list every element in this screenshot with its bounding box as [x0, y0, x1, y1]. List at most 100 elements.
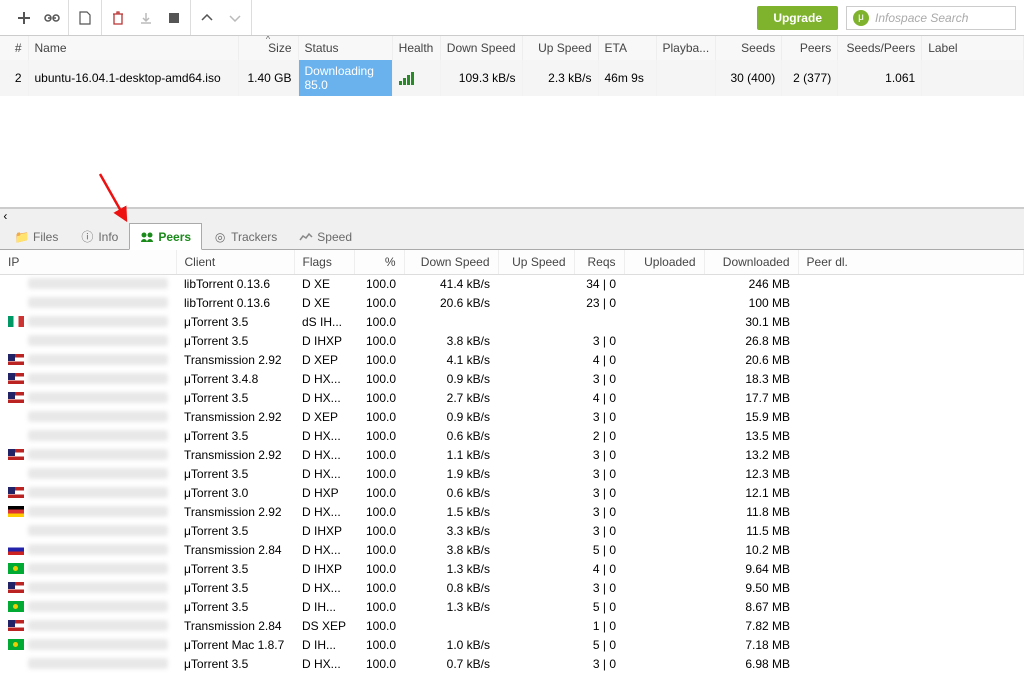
col-num: # [0, 36, 28, 60]
ip-redacted [28, 582, 168, 593]
speed-icon [299, 230, 313, 244]
ip-redacted [28, 411, 168, 422]
flag-icon [8, 354, 24, 365]
ip-redacted [28, 506, 168, 517]
pcol-reqs: Reqs [574, 250, 624, 274]
peer-row[interactable]: Transmission 2.84DS XEP100.01 | 07.82 MB [0, 616, 1024, 635]
peer-row[interactable]: μTorrent Mac 1.8.7D IH...100.01.0 kB/s5 … [0, 635, 1024, 654]
ip-redacted [28, 297, 168, 308]
pcol-down: Down Speed [404, 250, 498, 274]
move-up-button[interactable] [197, 8, 217, 28]
move-down-button[interactable] [225, 8, 245, 28]
tab-speed[interactable]: Speed [288, 223, 363, 250]
peer-row[interactable]: libTorrent 0.13.6D XE100.041.4 kB/s34 | … [0, 274, 1024, 293]
peer-row[interactable]: μTorrent 3.5D IHXP100.01.3 kB/s4 | 09.64… [0, 559, 1024, 578]
ip-redacted [28, 354, 168, 365]
flag-icon [8, 506, 24, 517]
peer-row[interactable]: Transmission 2.92D XEP100.00.9 kB/s3 | 0… [0, 407, 1024, 426]
pcol-client: Client [176, 250, 294, 274]
ip-redacted [28, 658, 168, 669]
flag-icon [8, 639, 24, 650]
col-peers: Peers [782, 36, 838, 60]
peer-row[interactable]: μTorrent 3.5D HX...100.00.8 kB/s3 | 09.5… [0, 578, 1024, 597]
peer-row[interactable]: Transmission 2.92D HX...100.01.5 kB/s3 |… [0, 502, 1024, 521]
ip-redacted [28, 373, 168, 384]
add-torrent-button[interactable] [14, 8, 34, 28]
ip-redacted [28, 525, 168, 536]
flag-icon [8, 544, 24, 555]
torrent-list: # Name ^Size Status Health Down Speed Up… [0, 36, 1024, 208]
health-icon [399, 71, 434, 85]
torrent-row[interactable]: 2 ubuntu-16.04.1-desktop-amd64.iso 1.40 … [0, 60, 1024, 96]
peers-header-row[interactable]: IP Client Flags % Down Speed Up Speed Re… [0, 250, 1024, 274]
peer-row[interactable]: Transmission 2.84D HX...100.03.8 kB/s5 |… [0, 540, 1024, 559]
add-url-button[interactable] [42, 8, 62, 28]
torrent-header-row[interactable]: # Name ^Size Status Health Down Speed Up… [0, 36, 1024, 60]
ip-redacted [28, 392, 168, 403]
peer-row[interactable]: μTorrent 3.5D IHXP100.03.3 kB/s3 | 011.5… [0, 521, 1024, 540]
flag-icon [8, 449, 24, 460]
pcol-up: Up Speed [498, 250, 574, 274]
col-name: Name [28, 36, 238, 60]
tab-trackers[interactable]: ◎Trackers [202, 223, 288, 250]
pcol-ip: IP [0, 250, 176, 274]
ip-redacted [28, 487, 168, 498]
ip-redacted [28, 620, 168, 631]
ip-redacted [28, 544, 168, 555]
folder-icon: 📁 [15, 230, 29, 244]
ip-redacted [28, 430, 168, 441]
peer-row[interactable]: μTorrent 3.0D HXP100.00.6 kB/s3 | 012.1 … [0, 483, 1024, 502]
pcol-uploaded: Uploaded [624, 250, 704, 274]
pcol-flags: Flags [294, 250, 354, 274]
peer-row[interactable]: μTorrent 3.5D HX...100.01.9 kB/s3 | 012.… [0, 464, 1024, 483]
peers-panel: IP Client Flags % Down Speed Up Speed Re… [0, 250, 1024, 690]
ip-redacted [28, 449, 168, 460]
hscroll[interactable]: ‹ [0, 208, 1024, 222]
info-icon: ⓘ [80, 230, 94, 244]
detail-tabs: 📁Files ⓘInfo Peers ◎Trackers Speed [0, 222, 1024, 250]
peer-row[interactable]: μTorrent 3.4.8D HX...100.00.9 kB/s3 | 01… [0, 369, 1024, 388]
flag-icon [8, 392, 24, 403]
ip-redacted [28, 335, 168, 346]
col-status: Status [298, 36, 392, 60]
pcol-peerdl: Peer dl. [798, 250, 1023, 274]
flag-icon [8, 487, 24, 498]
peer-row[interactable]: Transmission 2.92D XEP100.04.1 kB/s4 | 0… [0, 350, 1024, 369]
search-input[interactable]: μ Infospace Search [846, 6, 1016, 30]
tab-files[interactable]: 📁Files [4, 223, 69, 250]
col-playback: Playba... [656, 36, 716, 60]
main-toolbar: Upgrade μ Infospace Search [0, 0, 1024, 36]
tab-info[interactable]: ⓘInfo [69, 223, 129, 250]
col-seeds: Seeds [716, 36, 782, 60]
peer-row[interactable]: μTorrent 3.5D IH...100.01.3 kB/s5 | 08.6… [0, 597, 1024, 616]
peer-row[interactable]: μTorrent 3.5D IHXP100.03.8 kB/s3 | 026.8… [0, 331, 1024, 350]
flag-icon [8, 563, 24, 574]
peers-icon [140, 230, 154, 244]
flag-icon [8, 582, 24, 593]
utorrent-icon: μ [853, 10, 869, 26]
pcol-pct: % [354, 250, 404, 274]
peer-row[interactable]: Transmission 2.92D HX...100.01.1 kB/s3 |… [0, 445, 1024, 464]
peer-row[interactable]: μTorrent 3.5dS IH...100.030.1 MB [0, 312, 1024, 331]
upgrade-button[interactable]: Upgrade [757, 6, 838, 30]
ip-redacted [28, 278, 168, 289]
remove-button[interactable] [108, 8, 128, 28]
peer-row[interactable]: μTorrent 3.5D HX...100.00.6 kB/s2 | 013.… [0, 426, 1024, 445]
flag-icon [8, 601, 24, 612]
col-eta: ETA [598, 36, 656, 60]
tab-peers[interactable]: Peers [129, 223, 202, 250]
status-cell: Downloading 85.0 [298, 60, 392, 96]
peer-row[interactable]: μTorrent 3.5D HX...100.02.7 kB/s4 | 017.… [0, 388, 1024, 407]
tracker-icon: ◎ [213, 230, 227, 244]
flag-icon [8, 373, 24, 384]
start-button[interactable] [136, 8, 156, 28]
col-health: Health [392, 36, 440, 60]
peer-row[interactable]: libTorrent 0.13.6D XE100.020.6 kB/s23 | … [0, 293, 1024, 312]
flag-icon [8, 620, 24, 631]
stop-button[interactable] [164, 8, 184, 28]
peer-row[interactable]: μTorrent 3.5D HX...100.00.7 kB/s3 | 06.9… [0, 654, 1024, 673]
pcol-downloaded: Downloaded [704, 250, 798, 274]
new-torrent-button[interactable] [75, 8, 95, 28]
ip-redacted [28, 563, 168, 574]
flag-icon [8, 316, 24, 327]
